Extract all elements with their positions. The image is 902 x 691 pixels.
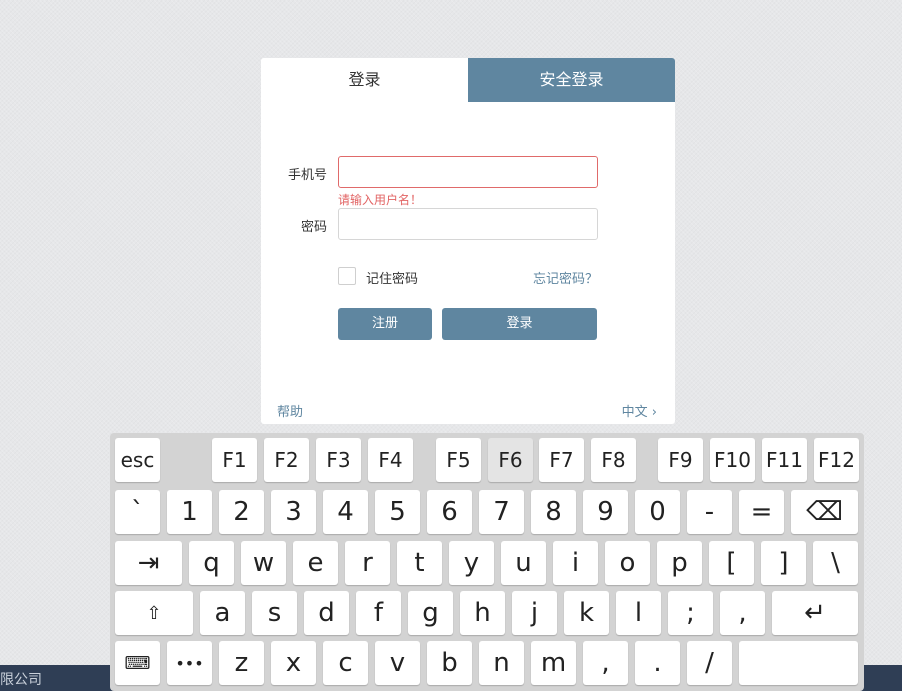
key-8[interactable]: 8: [531, 490, 576, 534]
key-4[interactable]: 4: [323, 490, 368, 534]
key-b[interactable]: b: [427, 641, 472, 685]
key-9[interactable]: 9: [583, 490, 628, 534]
key-6[interactable]: 6: [427, 490, 472, 534]
tab-login[interactable]: 登录: [261, 58, 468, 102]
key-0[interactable]: 0: [635, 490, 680, 534]
key-1[interactable]: 1: [167, 490, 212, 534]
key-l[interactable]: l: [616, 591, 661, 635]
key-91[interactable]: [: [709, 541, 754, 585]
key-g[interactable]: g: [408, 591, 453, 635]
login-card: 登录 安全登录 手机号 请输入用户名！ 密码 记住密码 忘记密码？ 注册 登录 …: [261, 58, 675, 424]
key-r[interactable]: r: [345, 541, 390, 585]
key-45[interactable]: -: [687, 490, 732, 534]
key-44[interactable]: ,: [583, 641, 628, 685]
key-esc[interactable]: esc: [115, 438, 160, 482]
key-k[interactable]: k: [564, 591, 609, 635]
key-47[interactable]: /: [687, 641, 732, 685]
key-f2[interactable]: F2: [264, 438, 309, 482]
remember-password-checkbox[interactable]: [338, 267, 356, 285]
backspace-icon: ⌫: [806, 497, 843, 527]
key-f3[interactable]: F3: [316, 438, 361, 482]
key-7[interactable]: 7: [479, 490, 524, 534]
phone-error-message: 请输入用户名！: [338, 193, 423, 207]
key-q[interactable]: q: [189, 541, 234, 585]
key-3[interactable]: 3: [271, 490, 316, 534]
key-t[interactable]: t: [397, 541, 442, 585]
key-w[interactable]: w: [241, 541, 286, 585]
key-j[interactable]: j: [512, 591, 557, 635]
key-f7[interactable]: F7: [539, 438, 584, 482]
key-y[interactable]: y: [449, 541, 494, 585]
virtual-keyboard: esc F1 F2 F3 F4 F5 F6 F7 F8 F9 F10 F11 F12 ` 1 2 3 4 5 6 7 8 9…: [110, 433, 864, 691]
key-61[interactable]: =: [739, 490, 784, 534]
key-92[interactable]: \: [813, 541, 858, 585]
keyboard-icon: ⌨: [124, 652, 151, 674]
key-n[interactable]: n: [479, 641, 524, 685]
key-enter[interactable]: ↵: [772, 591, 858, 635]
key-d[interactable]: d: [304, 591, 349, 635]
key-backspace[interactable]: ⌫: [791, 490, 858, 534]
key-f8[interactable]: F8: [591, 438, 636, 482]
key-2[interactable]: 2: [219, 490, 264, 534]
key-44[interactable]: ,: [720, 591, 765, 635]
password-input[interactable]: [338, 208, 598, 240]
key-z[interactable]: z: [219, 641, 264, 685]
key-p[interactable]: p: [657, 541, 702, 585]
key-f11[interactable]: F11: [762, 438, 807, 482]
remember-password-label: 记住密码: [366, 272, 419, 287]
key-x[interactable]: x: [271, 641, 316, 685]
key-f[interactable]: f: [356, 591, 401, 635]
key-keyboard[interactable]: ⌨: [115, 641, 160, 685]
key-more[interactable]: •••: [167, 641, 212, 685]
key-o[interactable]: o: [605, 541, 650, 585]
shift-icon: ⇧: [146, 602, 162, 624]
login-button[interactable]: 登录: [442, 308, 597, 340]
forgot-password-link[interactable]: 忘记密码？: [533, 268, 598, 287]
password-label: 密码: [300, 220, 327, 235]
key-5[interactable]: 5: [375, 490, 420, 534]
key-93[interactable]: ]: [761, 541, 806, 585]
key-46[interactable]: .: [635, 641, 680, 685]
key-shift[interactable]: ⇧: [115, 591, 193, 635]
key-a[interactable]: a: [200, 591, 245, 635]
key-v[interactable]: v: [375, 641, 420, 685]
key-96[interactable]: `: [115, 490, 160, 534]
phone-input[interactable]: [338, 156, 598, 188]
register-button[interactable]: 注册: [338, 308, 432, 340]
enter-icon: ↵: [804, 598, 826, 628]
key-f6[interactable]: F6: [488, 438, 533, 482]
key-i[interactable]: i: [553, 541, 598, 585]
key-f9[interactable]: F9: [658, 438, 703, 482]
key-h[interactable]: h: [460, 591, 505, 635]
key-f1[interactable]: F1: [212, 438, 257, 482]
key-tab[interactable]: ⇥: [115, 541, 182, 585]
key-f12[interactable]: F12: [814, 438, 859, 482]
key-f10[interactable]: F10: [710, 438, 755, 482]
help-link[interactable]: 帮助: [277, 401, 303, 420]
key-f5[interactable]: F5: [436, 438, 481, 482]
language-switch[interactable]: 中文 ›: [622, 401, 657, 420]
key-59[interactable]: ;: [668, 591, 713, 635]
key-s[interactable]: s: [252, 591, 297, 635]
key-c[interactable]: c: [323, 641, 368, 685]
tab-secure-login[interactable]: 安全登录: [468, 58, 675, 102]
tab-icon: ⇥: [137, 548, 160, 578]
key-u[interactable]: u: [501, 541, 546, 585]
key-f4[interactable]: F4: [368, 438, 413, 482]
key-e[interactable]: e: [293, 541, 338, 585]
key-m[interactable]: m: [531, 641, 576, 685]
footer-company-text: 限公司: [0, 672, 42, 688]
phone-label: 手机号: [287, 168, 327, 183]
more-icon: •••: [175, 653, 204, 673]
key-space[interactable]: [739, 641, 858, 685]
